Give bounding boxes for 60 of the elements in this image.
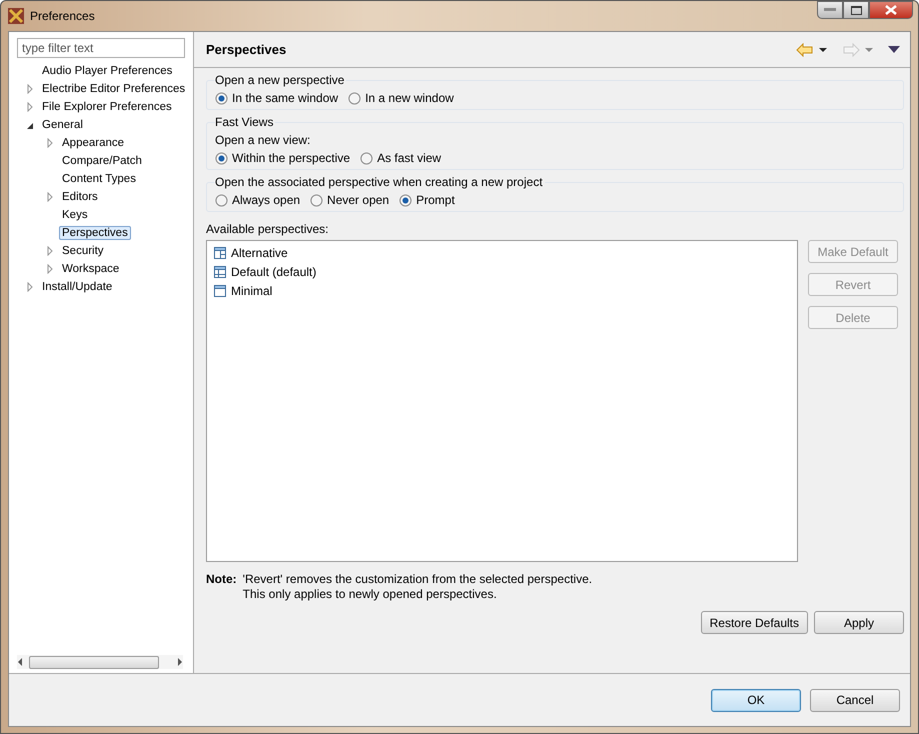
radio-icon[interactable] (215, 92, 228, 104)
radio-option[interactable]: In a new window (348, 91, 454, 105)
tree-item[interactable]: Appearance (59, 136, 128, 150)
page-button[interactable]: Apply (814, 611, 904, 634)
tree-item[interactable]: Perspectives (59, 226, 131, 240)
minimize-button[interactable] (817, 1, 843, 19)
radio-icon[interactable] (348, 92, 362, 104)
group-title: Fast Views (215, 115, 276, 129)
maximize-button[interactable] (843, 1, 869, 19)
close-icon (885, 5, 897, 15)
group-title: Open the associated perspective when creating a new project (215, 175, 545, 189)
scroll-left-icon[interactable] (17, 658, 23, 666)
dialog-button[interactable]: Cancel (810, 688, 900, 712)
tree-item[interactable]: Keys (59, 208, 91, 222)
list-item[interactable]: Default (default) (213, 262, 791, 281)
tree-item[interactable]: Editors (59, 190, 101, 204)
view-menu-icon[interactable] (888, 46, 900, 53)
note-text: 'Revert' removes the customization from the selected perspective. (242, 572, 592, 586)
radio-icon[interactable] (215, 152, 228, 164)
maximize-icon (850, 6, 862, 14)
radio-icon[interactable] (399, 194, 412, 206)
tree-item[interactable]: File Explorer Preferences (39, 100, 175, 114)
group-label: Open a new view: (215, 133, 312, 147)
tree-item[interactable]: Compare/Patch (59, 154, 145, 168)
radio-icon[interactable] (215, 194, 228, 206)
layout-icon (213, 264, 227, 278)
tree-item[interactable]: Workspace (59, 262, 122, 276)
layout-icon (213, 246, 227, 260)
dropdown-icon[interactable] (818, 46, 828, 52)
note-text: This only applies to newly opened perspectives. (242, 587, 498, 601)
radio-option[interactable]: In the same window (215, 91, 338, 105)
window-title: Preferences (30, 9, 95, 23)
layout-icon (213, 284, 227, 298)
tree-item[interactable]: Install/Update (39, 280, 116, 294)
radio-icon[interactable] (360, 152, 374, 164)
note-label: Note: (206, 572, 237, 588)
list-item[interactable]: Alternative (213, 243, 791, 262)
radio-option[interactable]: Never open (310, 193, 390, 207)
radio-icon[interactable] (310, 194, 324, 206)
tree-item[interactable]: Audio Player Preferences (39, 64, 176, 78)
app-icon (8, 8, 24, 24)
list-item[interactable]: Minimal (213, 281, 791, 300)
radio-option[interactable]: Within the perspective (215, 151, 350, 165)
scroll-right-icon[interactable] (177, 658, 183, 666)
tree-item[interactable]: Security (59, 244, 107, 258)
list-label: Available perspectives: (206, 222, 330, 236)
tree-item[interactable]: General (39, 118, 86, 132)
filter-field[interactable]: type filter text (17, 38, 185, 58)
tree-item[interactable]: Electribe Editor Preferences (39, 82, 188, 96)
radio-option[interactable]: Prompt (399, 193, 455, 207)
page-button[interactable]: Restore Defaults (700, 611, 808, 634)
minimize-icon (824, 8, 836, 12)
page-title: Perspectives (206, 42, 286, 57)
tree-item[interactable]: Content Types (59, 172, 139, 186)
dialog-button[interactable]: OK (711, 688, 801, 712)
radio-option[interactable]: As fast view (360, 151, 442, 165)
group-title: Open a new perspective (215, 73, 346, 87)
radio-option[interactable]: Always open (215, 193, 300, 207)
close-button[interactable] (869, 1, 913, 19)
horizontal-scrollbar[interactable] (17, 655, 183, 669)
